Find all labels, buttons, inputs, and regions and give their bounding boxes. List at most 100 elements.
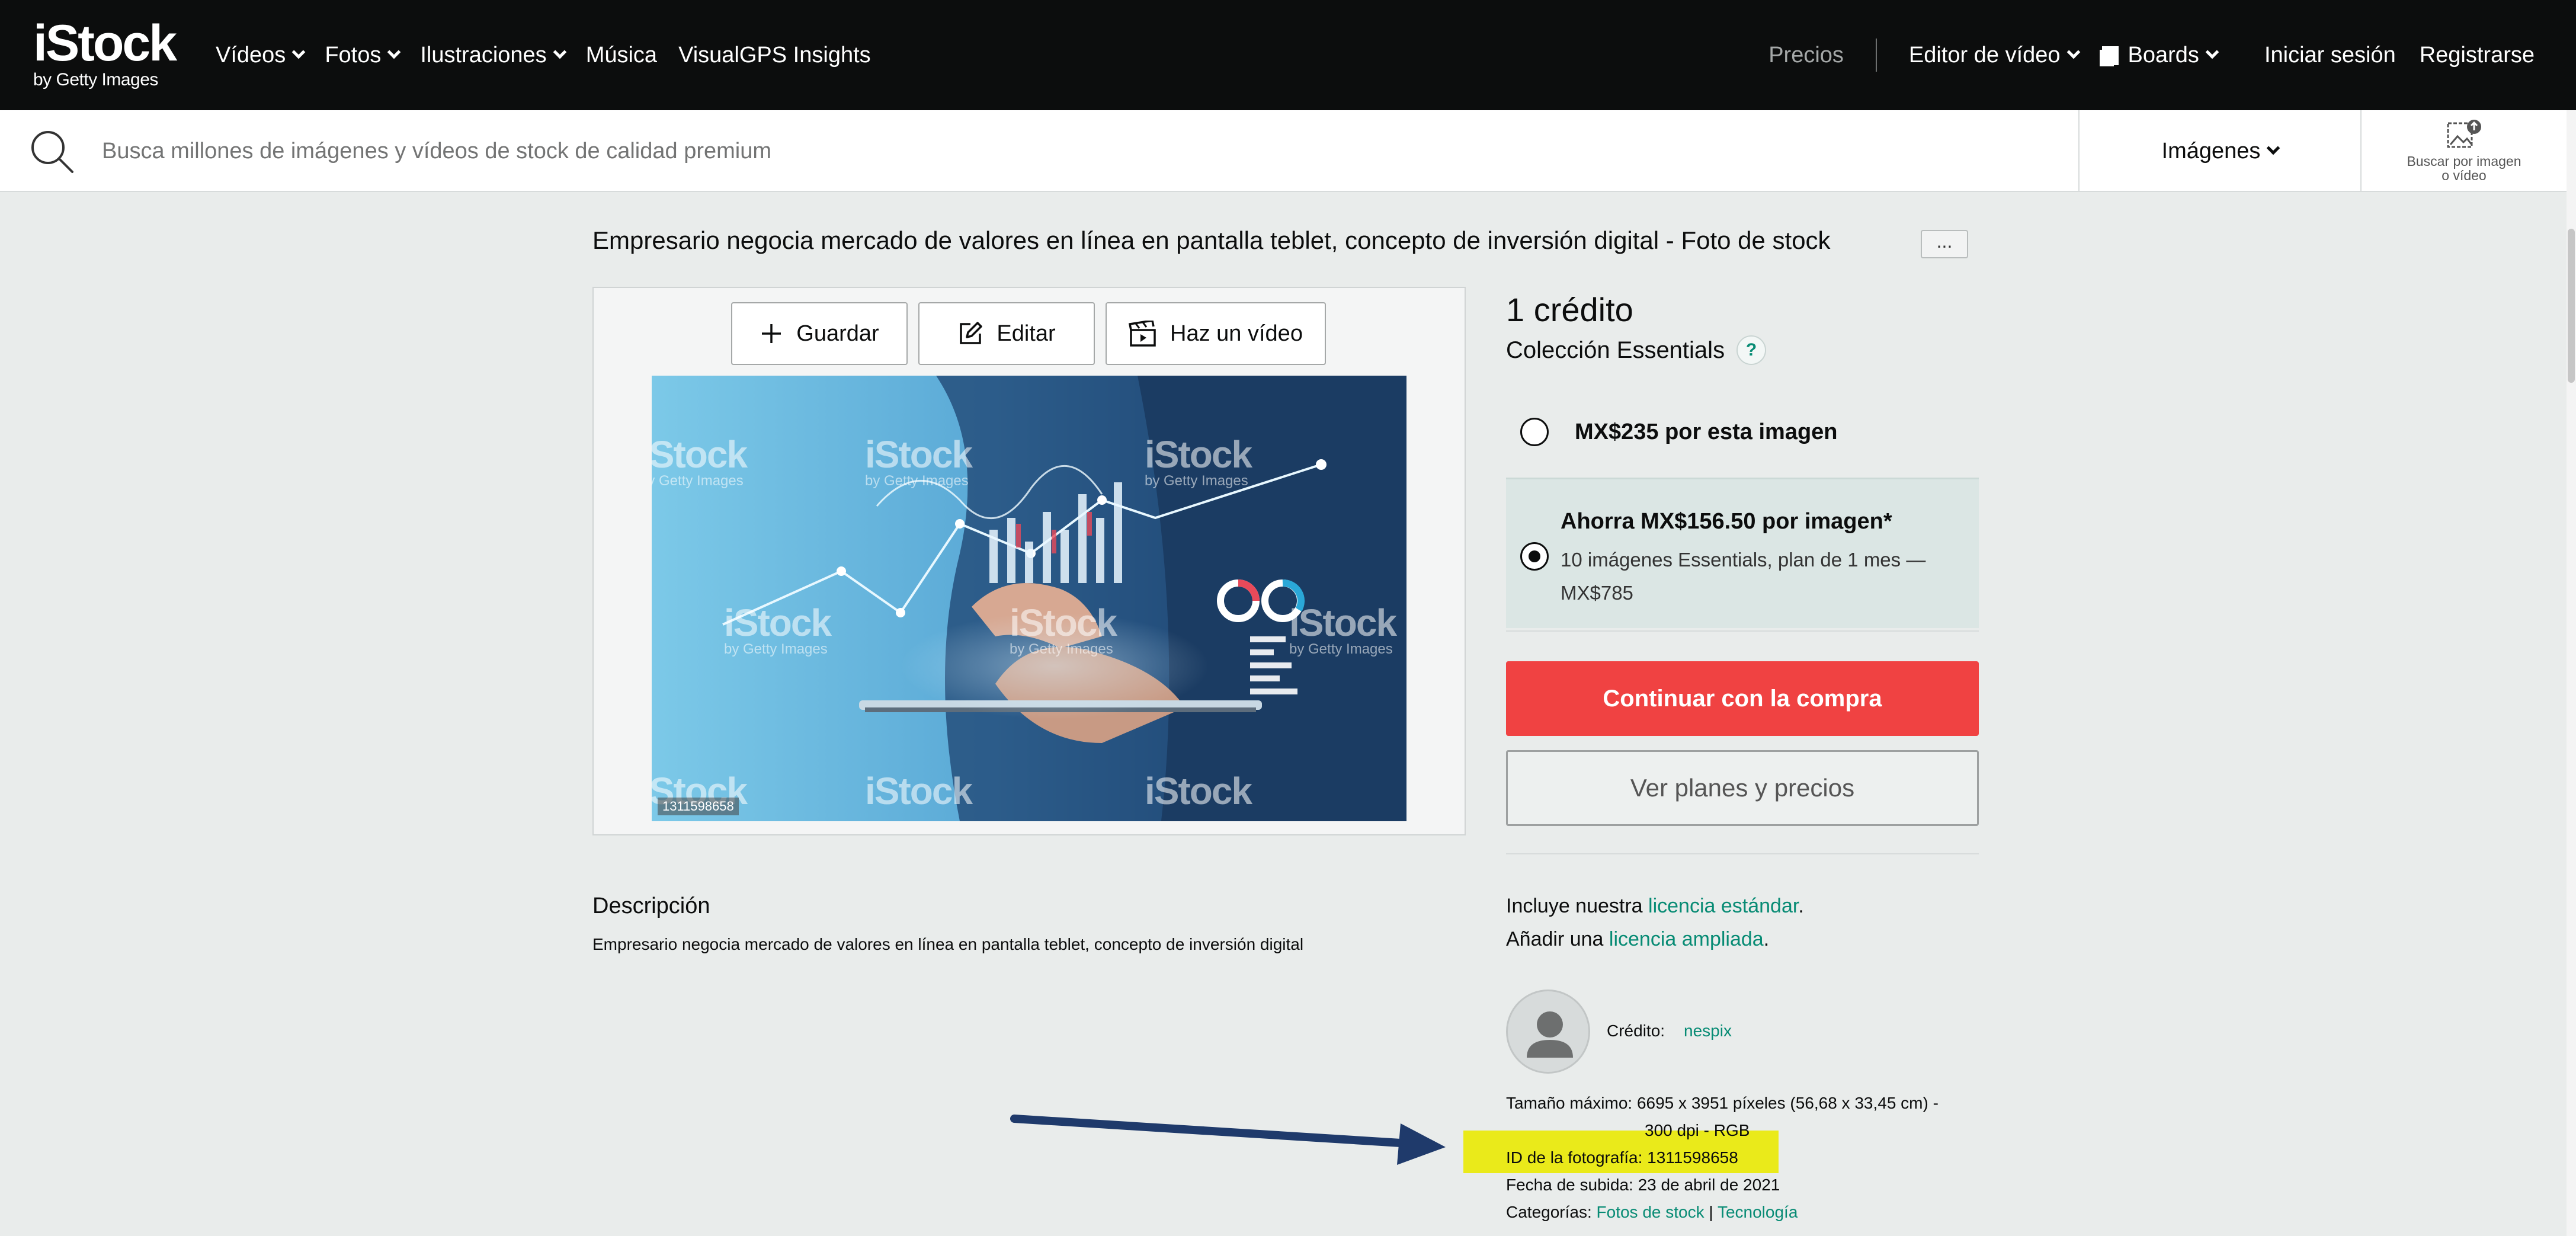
price-option-plan[interactable]: Ahorra MX$156.50 por imagen* 10 imágenes… — [1506, 478, 1979, 628]
watermark-sub: by Getty Images — [865, 473, 969, 489]
option-plan-title: Ahorra MX$156.50 por imagen* — [1561, 509, 1892, 534]
nav-photos[interactable]: Fotos — [325, 43, 401, 68]
nav-divider — [1875, 39, 1877, 72]
visual-search-label: Buscar por imagen o vídeo — [2362, 154, 2567, 182]
category-technology-link[interactable]: Tecnología — [1718, 1203, 1798, 1221]
istock-logo[interactable]: iStock by Getty Images — [33, 18, 187, 89]
standard-license-link[interactable]: licencia estándar — [1648, 895, 1798, 917]
clapperboard-icon — [1129, 321, 1156, 347]
nav-sign-in[interactable]: Iniciar sesión — [2264, 43, 2396, 68]
watermark: iStock — [1145, 769, 1252, 813]
watermark-sub: by Getty Images — [652, 473, 744, 489]
watermark-text: iStock — [1289, 601, 1397, 644]
watermark-text: iStock — [1145, 433, 1252, 476]
search-bar: Imágenes Buscar por imagen o vídeo — [0, 110, 2576, 192]
license-standard-line: Incluye nuestra licencia estándar. — [1506, 895, 1804, 918]
nav-video-editor[interactable]: Editor de vídeo — [1908, 42, 2080, 68]
scrollbar-thumb[interactable] — [2568, 229, 2575, 383]
categories: Categorías: Fotos de stock | Tecnología — [1506, 1203, 1798, 1222]
license-extended-line: Añadir una licencia ampliada. — [1506, 928, 1769, 951]
nav-videos-label: Vídeos — [216, 42, 286, 68]
watermark: iStockby Getty Images — [1289, 601, 1397, 658]
user-icon — [1527, 1011, 1573, 1058]
help-icon[interactable]: ? — [1736, 335, 1767, 365]
extended-license-link[interactable]: licencia ampliada — [1609, 928, 1764, 950]
image-preview-panel: Guardar Editar Haz un vídeo Stock Getty … — [592, 287, 1466, 835]
watermark-sub: by Getty Images — [1289, 641, 1393, 657]
save-label: Guardar — [796, 321, 879, 346]
option-single-label: MX$235 por esta imagen — [1575, 419, 1838, 444]
watermark: iStockby Getty Images — [1010, 601, 1117, 658]
chevron-down-icon — [553, 45, 567, 59]
image-search-icon — [2447, 120, 2481, 148]
collection-label: Colección Essentials — [1506, 337, 1725, 363]
logo-wordmark: iStock — [33, 15, 177, 72]
nav-boards[interactable]: Boards — [2099, 43, 2219, 68]
visual-search-label-line1: Buscar por imagen — [2407, 153, 2521, 169]
category-separator: | — [1704, 1203, 1718, 1221]
radio-single-image[interactable] — [1520, 418, 1549, 446]
visual-search-button[interactable]: Buscar por imagen o vídeo — [2362, 110, 2567, 192]
watermark-text: iStock — [865, 433, 973, 476]
more-options-button[interactable]: ... — [1921, 230, 1968, 258]
license-extended-prefix: Añadir una — [1506, 928, 1609, 950]
nav-visualgps[interactable]: VisualGPS Insights — [678, 43, 871, 68]
watermark-text: iStock — [865, 770, 973, 812]
annotation-arrow-icon — [1010, 1115, 1446, 1165]
visual-search-label-line2: o vídeo — [2442, 168, 2487, 183]
watermark-sub: by Getty Images — [1010, 641, 1113, 657]
nav-visualgps-label: VisualGPS Insights — [678, 42, 871, 68]
category-stock-photos-link[interactable]: Fotos de stock — [1597, 1203, 1704, 1221]
watermark-sub: by Getty Images — [1145, 473, 1248, 489]
nav-music[interactable]: Música — [586, 43, 657, 68]
chevron-down-icon — [291, 45, 306, 59]
make-video-label: Haz un vídeo — [1170, 321, 1303, 346]
search-icon[interactable] — [28, 128, 75, 174]
divider — [1506, 853, 1979, 854]
upload-date: Fecha de subida: 23 de abril de 2021 — [1506, 1176, 1780, 1194]
credit-label: Crédito: — [1607, 1022, 1665, 1040]
price-option-single[interactable]: MX$235 por esta imagen — [1506, 401, 1979, 463]
watermark-text: iStock — [652, 433, 748, 476]
nav-register[interactable]: Registrarse — [2420, 43, 2535, 68]
search-input[interactable] — [102, 128, 2057, 174]
chevron-down-icon — [2066, 45, 2080, 59]
license-extended-suffix: . — [1763, 928, 1770, 950]
max-size: Tamaño máximo: 6695 x 3951 píxeles (56,6… — [1506, 1094, 1939, 1112]
description-heading: Descripción — [592, 894, 710, 918]
make-video-button[interactable]: Haz un vídeo — [1106, 302, 1326, 365]
description-text: Empresario negocia mercado de valores en… — [592, 935, 1304, 953]
continue-purchase-button[interactable]: Continuar con la compra — [1506, 661, 1979, 736]
video-editor-label: Editor de vídeo — [1908, 42, 2061, 68]
media-type-select[interactable]: Imágenes — [2080, 110, 2360, 192]
account-menu: Precios Editor de vídeo Boards Iniciar s… — [1768, 0, 2535, 110]
contributor-link[interactable]: nespix — [1684, 1022, 1732, 1040]
top-nav: iStock by Getty Images Vídeos Fotos Ilus… — [0, 0, 2576, 110]
watermark: iStockby Getty Images — [652, 433, 748, 489]
nav-pricing[interactable]: Precios — [1768, 43, 1844, 68]
stock-photo[interactable]: iStockby Getty Images iStockby Getty Ima… — [652, 376, 1406, 821]
watermark-text: iStock — [1010, 601, 1117, 644]
page-scrollbar[interactable] — [2567, 110, 2576, 1236]
photo-id-overlay: 1311598658 — [658, 798, 739, 815]
chevron-down-icon — [2205, 45, 2219, 59]
nav-illustrations[interactable]: Ilustraciones — [420, 43, 567, 68]
watermark: iStockby Getty Images — [1145, 433, 1252, 489]
nav-music-label: Música — [585, 42, 658, 68]
save-button[interactable]: Guardar — [731, 302, 908, 365]
license-standard-prefix: Incluye nuestra — [1506, 895, 1649, 917]
chevron-down-icon — [2267, 141, 2280, 155]
contributor-avatar[interactable] — [1506, 990, 1590, 1074]
radio-plan[interactable] — [1520, 542, 1549, 571]
photo-illustration — [652, 376, 1406, 821]
page-title: Empresario negocia mercado de valores en… — [592, 226, 1831, 254]
edit-button[interactable]: Editar — [918, 302, 1095, 365]
edit-icon — [960, 322, 983, 344]
media-type-label: Imágenes — [2161, 138, 2261, 164]
view-plans-button[interactable]: Ver planes y precios — [1506, 750, 1979, 826]
edit-label: Editar — [997, 321, 1056, 346]
plus-icon — [762, 324, 781, 343]
divider — [1506, 630, 1979, 632]
watermark-text: iStock — [724, 601, 832, 644]
nav-videos[interactable]: Vídeos — [216, 42, 306, 68]
